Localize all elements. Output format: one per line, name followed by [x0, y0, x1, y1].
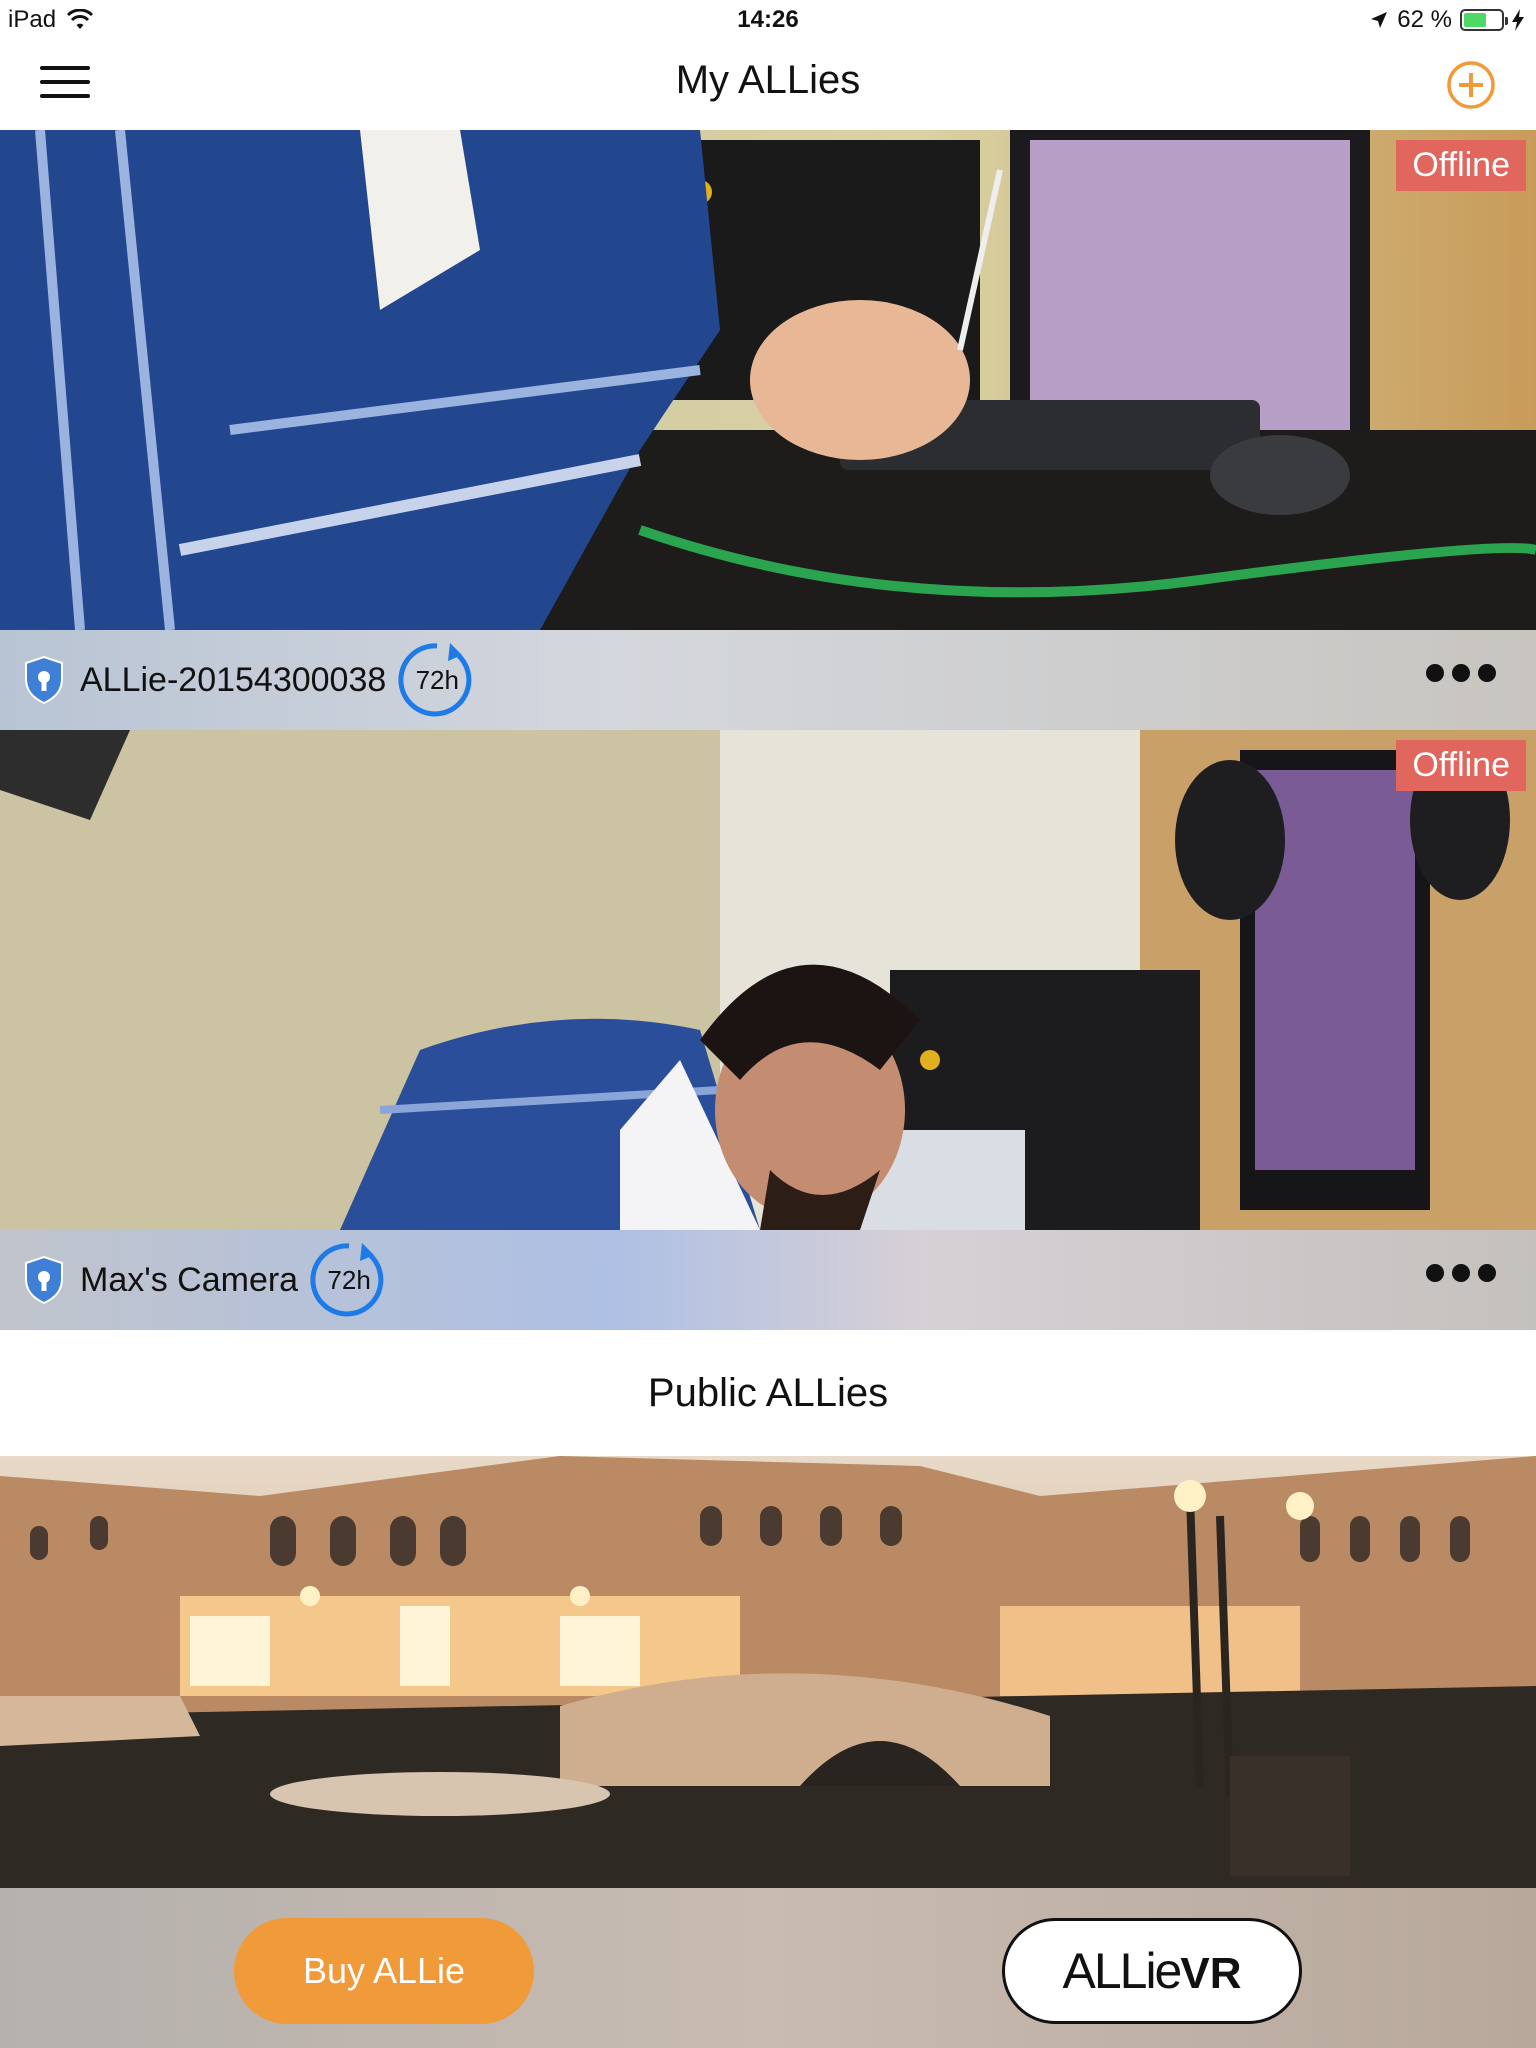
cloud-recording-badge: 72h: [310, 1241, 388, 1319]
cloud-hours-label: 72h: [415, 665, 459, 695]
allie-vr-button[interactable]: ALLieVR: [1002, 1918, 1302, 2024]
offline-badge: Offline: [1396, 740, 1526, 791]
shield-lock-icon: [25, 655, 63, 705]
section-title-public: Public ALLies: [647, 1371, 889, 1415]
cloud-hours-label: 72h: [327, 1265, 371, 1295]
buy-allie-button[interactable]: Buy ALLie: [234, 1918, 534, 2024]
nav-bar: My ALLies: [0, 40, 1536, 130]
shield-lock-icon: [25, 1255, 63, 1305]
camera-info-bar: Max's Camera 72h: [0, 1230, 1536, 1330]
status-bar: iPad 14:26 62 %: [0, 0, 1536, 40]
battery-percentage: 62 %: [1397, 6, 1452, 33]
public-camera-preview[interactable]: [0, 1456, 1536, 1888]
battery-icon: [1460, 9, 1508, 31]
offline-badge: Offline: [1396, 140, 1526, 191]
camera-preview-image[interactable]: Offline: [0, 130, 1536, 630]
location-arrow-icon: [1371, 12, 1388, 28]
cloud-recording-badge: 72h: [398, 641, 476, 719]
charging-bolt-icon: [1512, 9, 1524, 31]
page-title: My ALLies: [675, 58, 861, 102]
more-dots-icon[interactable]: [1426, 664, 1496, 682]
plus-circle-icon[interactable]: [1446, 60, 1496, 110]
camera-name: Max's Camera: [80, 1260, 299, 1299]
camera-preview-image[interactable]: Offline: [0, 730, 1536, 1230]
allie-vr-logo: ALLieVR: [1062, 1943, 1242, 1999]
status-time: 14:26: [737, 6, 799, 33]
camera-name: ALLie-20154300038: [80, 660, 387, 699]
bottom-bar: Buy ALLie ALLieVR: [0, 1888, 1536, 2048]
camera-info-bar: ALLie-20154300038 72h: [0, 630, 1536, 730]
more-dots-icon[interactable]: [1426, 1264, 1496, 1282]
